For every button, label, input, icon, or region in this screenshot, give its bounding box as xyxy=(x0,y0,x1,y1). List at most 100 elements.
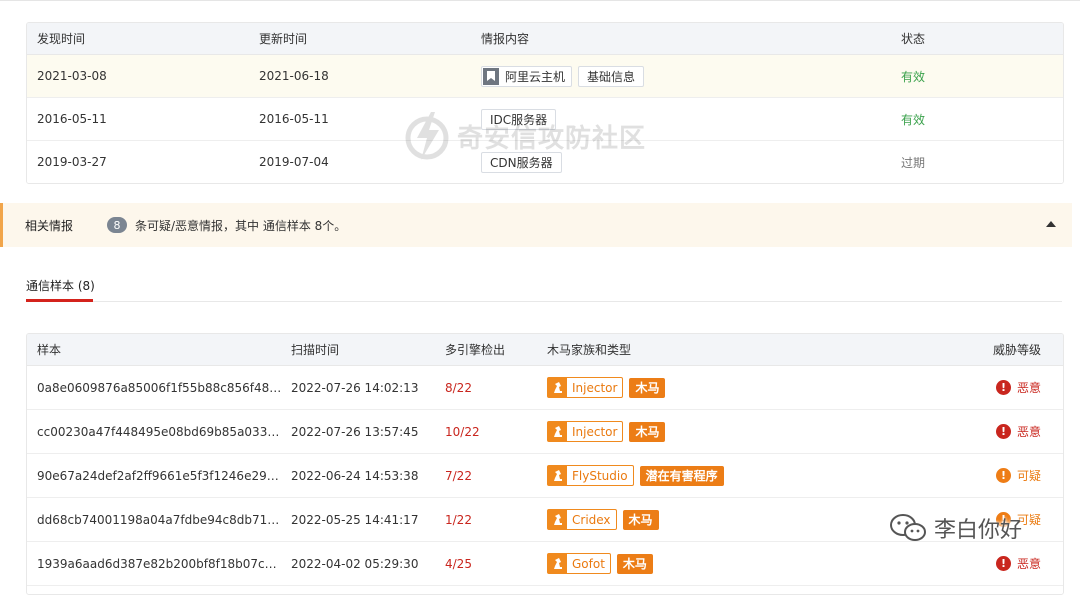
horse-icon xyxy=(548,554,567,573)
threat-badge: ! 恶意 xyxy=(995,555,1041,572)
threat-level: ! 恶意 xyxy=(995,542,1041,585)
top-divider xyxy=(0,0,1080,1)
sample-hash-link[interactable]: 90e67a24def2af2ff9661e5f3f1246e29… xyxy=(37,454,279,497)
threat-level: ! 可疑 xyxy=(995,498,1041,541)
header-family-type: 木马家族和类型 xyxy=(547,343,632,357)
scan-time: 2022-05-25 14:41:17 xyxy=(291,512,419,527)
header-update-time: 更新时间 xyxy=(259,32,308,46)
bookmark-icon xyxy=(483,67,499,85)
table-row[interactable]: 1939a6aad6d387e82b200bf8f18b07c… 2022-04… xyxy=(27,542,1063,586)
threat-label: 恶意 xyxy=(1016,557,1041,571)
exclamation-icon: ! xyxy=(995,380,1011,395)
threat-label: 可疑 xyxy=(1016,469,1041,483)
header-scan-time: 扫描时间 xyxy=(291,343,340,357)
table-row[interactable]: 90e67a24def2af2ff9661e5f3f1246e29… 2022-… xyxy=(27,454,1063,498)
status-badge: 有效 xyxy=(901,112,926,127)
count-badge: 8 xyxy=(107,217,127,233)
threat-label: 恶意 xyxy=(1016,381,1041,395)
header-sample: 样本 xyxy=(37,343,62,357)
exclamation-icon: ! xyxy=(995,468,1011,483)
header-threat-level: 威胁等级 xyxy=(992,343,1041,357)
table-row[interactable]: 2016-05-11 2016-05-11 IDC服务器 有效 xyxy=(27,98,1063,141)
type-tag[interactable]: 木马 xyxy=(616,553,653,574)
family-name: Gofot xyxy=(572,556,605,571)
found-date: 2019-03-27 xyxy=(37,155,107,169)
family-tag[interactable]: Gofot xyxy=(547,553,611,574)
update-date: 2019-07-04 xyxy=(259,155,329,169)
threat-level: ! 恶意 xyxy=(995,410,1041,453)
intel-tags: 阿里云主机 基础信息 xyxy=(481,55,650,97)
tag-idc-server[interactable]: IDC服务器 xyxy=(481,108,557,130)
horse-icon xyxy=(548,510,567,529)
intel-tags: CDN服务器 xyxy=(481,141,568,183)
samples-table: 样本 扫描时间 多引擎检出 木马家族和类型 威胁等级 0a8e0609876a8… xyxy=(26,333,1064,595)
related-intel-summary: 8 条可疑/恶意情报，其中 通信样本 8个。 xyxy=(107,203,346,247)
family-type: Gofot 木马 xyxy=(547,542,653,585)
related-intel-title: 相关情报 xyxy=(25,218,74,233)
type-tag[interactable]: 木马 xyxy=(622,509,659,530)
family-tag[interactable]: Injector xyxy=(547,377,624,398)
type-tag[interactable]: 木马 xyxy=(629,421,666,442)
tag-cdn-server[interactable]: CDN服务器 xyxy=(481,151,562,173)
family-name: Cridex xyxy=(572,512,611,527)
status-badge: 过期 xyxy=(901,155,926,170)
header-found-time: 发现时间 xyxy=(37,32,86,46)
horse-icon xyxy=(548,422,567,441)
family-tag[interactable]: FlyStudio xyxy=(547,465,634,486)
found-date: 2021-03-08 xyxy=(37,69,107,83)
sample-hash-link[interactable]: 0a8e0609876a85006f1f55b88c856f48… xyxy=(37,366,281,409)
samples-table-header: 样本 扫描时间 多引擎检出 木马家族和类型 威胁等级 xyxy=(27,334,1063,366)
detection-ratio: 8/22 xyxy=(445,380,472,395)
update-date: 2021-06-18 xyxy=(259,69,329,83)
tag-basic-info[interactable]: 基础信息 xyxy=(578,65,645,87)
family-type: Cridex 木马 xyxy=(547,498,659,541)
tag-aliyun-host[interactable]: 阿里云主机 xyxy=(481,65,573,87)
table-row[interactable]: cc00230a47f448495e08bd69b85a033… 2022-07… xyxy=(27,410,1063,454)
table-row[interactable]: 2019-03-27 2019-07-04 CDN服务器 过期 xyxy=(27,141,1063,183)
family-tag[interactable]: Injector xyxy=(547,421,624,442)
table-row[interactable]: 0a8e0609876a85006f1f55b88c856f48… 2022-0… xyxy=(27,366,1063,410)
detection-ratio: 7/22 xyxy=(445,468,472,483)
table-row[interactable]: 2021-03-08 2021-06-18 阿里云主机 基础信息 有效 xyxy=(27,55,1063,98)
detection-ratio: 4/25 xyxy=(445,556,472,571)
threat-level: ! 可疑 xyxy=(995,454,1041,497)
status-badge: 有效 xyxy=(901,69,926,84)
intel-table-header: 发现时间 更新时间 情报内容 状态 xyxy=(27,23,1063,55)
threat-badge: ! 可疑 xyxy=(995,511,1041,528)
scan-time: 2022-07-26 13:57:45 xyxy=(291,424,419,439)
detection-ratio: 1/22 xyxy=(445,512,472,527)
family-type: Injector 木马 xyxy=(547,410,666,453)
sample-hash-link[interactable]: dd68cb74001198a04a7fdbe94c8db71… xyxy=(37,498,279,541)
threat-label: 可疑 xyxy=(1016,513,1041,527)
exclamation-icon: ! xyxy=(995,424,1011,439)
intel-table: 发现时间 更新时间 情报内容 状态 2021-03-08 2021-06-18 … xyxy=(26,22,1064,184)
found-date: 2016-05-11 xyxy=(37,112,107,126)
tab-strip: 通信样本 (8) xyxy=(26,270,1062,302)
type-tag[interactable]: 木马 xyxy=(629,377,666,398)
detection-ratio: 10/22 xyxy=(445,424,480,439)
tag-label: 阿里云主机 xyxy=(505,69,566,84)
header-intel-content: 情报内容 xyxy=(481,32,530,46)
collapse-arrow-icon[interactable] xyxy=(1046,221,1056,227)
family-name: Injector xyxy=(572,380,618,395)
family-tag[interactable]: Cridex xyxy=(547,509,617,530)
related-intel-description: 条可疑/恶意情报，其中 通信样本 8个。 xyxy=(135,218,347,233)
sample-hash-link[interactable]: cc00230a47f448495e08bd69b85a033… xyxy=(37,410,279,453)
family-name: FlyStudio xyxy=(572,468,628,483)
threat-level: ! 恶意 xyxy=(995,366,1041,409)
tab-communication-samples[interactable]: 通信样本 (8) xyxy=(26,270,95,301)
threat-badge: ! 可疑 xyxy=(995,467,1041,484)
sample-hash-link[interactable]: 1939a6aad6d387e82b200bf8f18b07c… xyxy=(37,542,277,585)
tab-label: 通信样本 (8) xyxy=(26,279,95,293)
threat-label: 恶意 xyxy=(1016,425,1041,439)
related-intel-bar[interactable]: 相关情报 8 条可疑/恶意情报，其中 通信样本 8个。 xyxy=(0,203,1072,247)
update-date: 2016-05-11 xyxy=(259,112,329,126)
exclamation-icon: ! xyxy=(995,512,1011,527)
tab-active-indicator xyxy=(26,299,93,302)
horse-icon xyxy=(548,466,567,485)
type-tag[interactable]: 潜在有害程序 xyxy=(639,465,724,486)
family-name: Injector xyxy=(572,424,618,439)
horse-icon xyxy=(548,378,567,397)
header-status: 状态 xyxy=(901,32,926,46)
table-row[interactable]: dd68cb74001198a04a7fdbe94c8db71… 2022-05… xyxy=(27,498,1063,542)
